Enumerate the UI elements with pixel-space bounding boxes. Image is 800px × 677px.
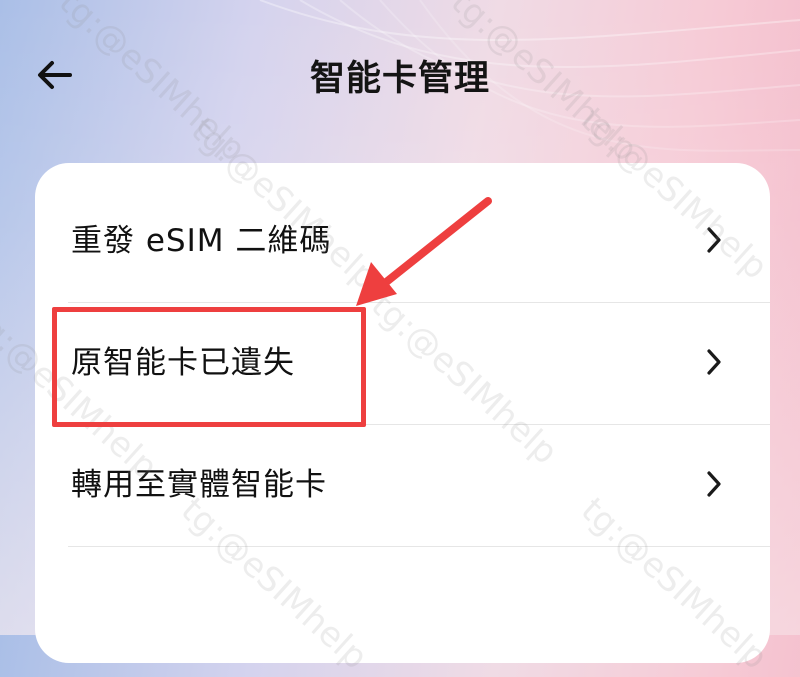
divider: [68, 546, 770, 547]
menu-card: 重發 eSIM 二維碼 原智能卡已遺失 轉用至實體智能卡: [35, 163, 770, 663]
menu-item-switch-to-physical-card[interactable]: 轉用至實體智能卡: [35, 424, 770, 546]
menu-item-label: 重發 eSIM 二維碼: [71, 223, 332, 259]
menu-item-label: 原智能卡已遺失: [71, 345, 295, 381]
chevron-right-icon: [707, 349, 721, 375]
menu-item-card-lost[interactable]: 原智能卡已遺失: [35, 302, 770, 424]
menu-item-resend-esim-qr[interactable]: 重發 eSIM 二維碼: [35, 180, 770, 302]
chevron-right-icon: [707, 471, 721, 497]
header: 智能卡管理: [0, 0, 800, 150]
page-title: 智能卡管理: [309, 59, 490, 99]
menu-item-label: 轉用至實體智能卡: [71, 467, 327, 503]
chevron-right-icon: [707, 227, 721, 253]
